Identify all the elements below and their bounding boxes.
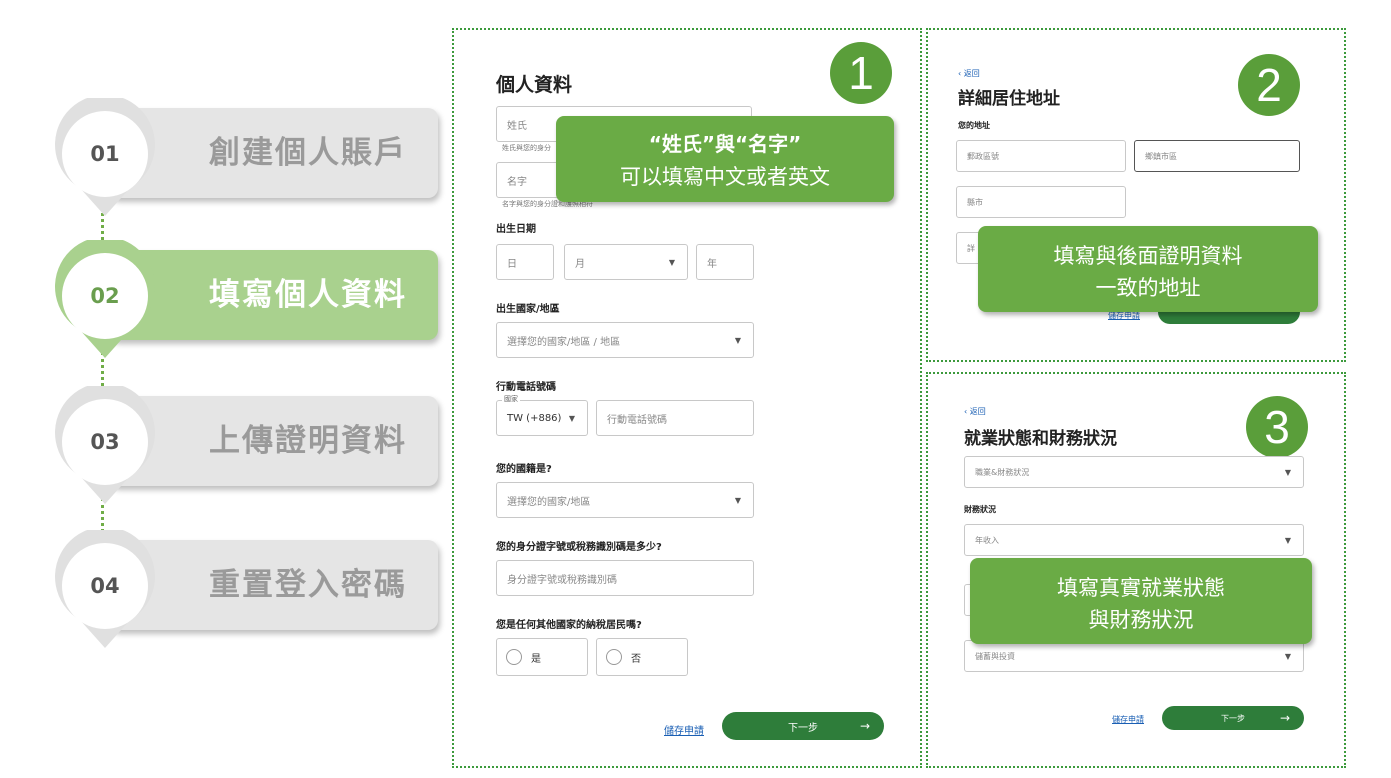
- back-link[interactable]: ‹ 返回: [964, 406, 986, 417]
- dob-label: 出生日期: [496, 224, 536, 235]
- radio-yes[interactable]: 是: [496, 638, 588, 676]
- finance-label: 財務狀況: [964, 505, 996, 514]
- radio-no-label: 否: [631, 653, 641, 665]
- savings-placeholder: 儲蓄與投資: [975, 651, 1015, 661]
- step-number-pin: 03: [50, 386, 160, 506]
- birth-country-placeholder: 選擇您的國家/地區 / 地區: [507, 336, 621, 348]
- arrow-right-icon: →: [859, 719, 870, 733]
- savings-select[interactable]: 儲蓄與投資 ▼: [964, 640, 1304, 672]
- chevron-down-icon: ▼: [568, 413, 575, 423]
- callout-line-2: 可以填寫中文或者英文: [620, 165, 830, 189]
- phone-placeholder: 行動電話號碼: [607, 414, 667, 426]
- chevron-down-icon: ▼: [1284, 467, 1291, 477]
- income-select[interactable]: 年收入 ▼: [964, 524, 1304, 556]
- step-badge: 2: [1238, 54, 1300, 116]
- step-number-pin: 02: [50, 240, 160, 360]
- city-input[interactable]: 縣市: [956, 186, 1126, 218]
- callout-line-2: 與財務狀況: [1088, 608, 1194, 632]
- step-number: 04: [90, 574, 120, 598]
- save-application-link[interactable]: 儲存申請: [664, 722, 704, 737]
- postal-code-placeholder: 郵政區號: [967, 151, 999, 161]
- employment-select[interactable]: 職業&財務狀況 ▼: [964, 456, 1304, 488]
- radio-no[interactable]: 否: [596, 638, 688, 676]
- chevron-down-icon: ▼: [734, 335, 741, 345]
- nationality-label: 您的國籍是?: [496, 464, 552, 475]
- name-callout: “姓氏”與“名字” 可以填寫中文或者英文: [556, 116, 894, 202]
- phone-input[interactable]: 行動電話號碼: [596, 400, 754, 436]
- last-name-hint: 姓氏與您的身分: [502, 144, 551, 152]
- step-badge: 3: [1246, 396, 1308, 458]
- chevron-down-icon: ▼: [668, 257, 675, 267]
- back-link[interactable]: ‹ 返回: [958, 68, 980, 79]
- postal-code-input[interactable]: 郵政區號: [956, 140, 1126, 172]
- step-number: 01: [90, 142, 120, 166]
- nationality-select[interactable]: 選擇您的國家/地區 ▼: [496, 482, 754, 518]
- radio-circle-icon: [606, 649, 622, 665]
- step-label: 填寫個人資料: [209, 277, 407, 313]
- dob-day-input[interactable]: 日: [496, 244, 554, 280]
- dob-month-select[interactable]: 月 ▼: [564, 244, 688, 280]
- page-title: 詳細居住地址: [958, 89, 1060, 109]
- step-number-pin: 01: [50, 98, 160, 218]
- district-input[interactable]: 鄉鎮市區: [1134, 140, 1300, 172]
- page-title: 就業狀態和財務狀況: [964, 429, 1117, 449]
- employment-panel: 3 ‹ 返回 就業狀態和財務狀況 職業&財務狀況 ▼ 財務狀況 年收入 ▼ 儲蓄…: [926, 372, 1346, 768]
- dob-year-placeholder: 年: [707, 258, 717, 270]
- address-callout: 填寫與後面證明資料 一致的地址: [978, 226, 1318, 312]
- country-code-label: 國家: [502, 394, 520, 404]
- country-code-select[interactable]: TW (+886) ▼: [496, 400, 588, 436]
- address-panel: 2 ‹ 返回 詳細居住地址 您的地址 郵政區號 鄉鎮市區 縣市 詳 儲存申請 填…: [926, 28, 1346, 362]
- id-input[interactable]: 身分證字號或稅務識別碼: [496, 560, 754, 596]
- dob-year-input[interactable]: 年: [696, 244, 754, 280]
- employment-callout: 填寫真實就業狀態 與財務狀況: [970, 558, 1312, 644]
- step-number: 03: [90, 430, 120, 454]
- last-name-placeholder: 姓氏: [507, 120, 527, 132]
- nationality-placeholder: 選擇您的國家/地區: [507, 496, 591, 508]
- phone-label: 行動電話號碼: [496, 382, 556, 393]
- dob-day-placeholder: 日: [507, 258, 517, 270]
- chevron-down-icon: ▼: [1284, 651, 1291, 661]
- step-number-pin: 04: [50, 530, 160, 650]
- step-badge: 1: [830, 42, 892, 104]
- save-application-link[interactable]: 儲存申請: [1112, 714, 1144, 725]
- radio-circle-icon: [506, 649, 522, 665]
- address-detail-placeholder: 詳: [967, 243, 975, 253]
- employment-placeholder: 職業&財務狀況: [975, 467, 1030, 477]
- next-button[interactable]: 下一步 →: [1162, 706, 1304, 730]
- birth-country-label: 出生國家/地區: [496, 304, 560, 315]
- callout-line-2: 一致的地址: [1095, 276, 1201, 300]
- chevron-down-icon: ▼: [1284, 535, 1291, 545]
- step-label: 重置登入密碼: [209, 567, 407, 603]
- birth-country-select[interactable]: 選擇您的國家/地區 / 地區 ▼: [496, 322, 754, 358]
- chevron-down-icon: ▼: [734, 495, 741, 505]
- country-code-value: TW (+886): [507, 412, 562, 424]
- city-placeholder: 縣市: [967, 197, 983, 207]
- address-label: 您的地址: [958, 121, 990, 130]
- step-label: 上傳證明資料: [209, 423, 407, 459]
- id-placeholder: 身分證字號或稅務識別碼: [507, 574, 617, 586]
- callout-line-1: 填寫真實就業狀態: [1057, 576, 1225, 600]
- id-label: 您的身分證字號或稅務識別碼是多少?: [496, 542, 662, 553]
- district-placeholder: 鄉鎮市區: [1145, 151, 1177, 161]
- step-number: 02: [90, 284, 120, 308]
- callout-line-1: 填寫與後面證明資料: [1053, 244, 1243, 268]
- callout-line-1: “姓氏”與“名字”: [648, 132, 802, 156]
- tax-resident-label: 您是任何其他國家的納稅居民嗎?: [496, 620, 642, 631]
- personal-info-panel: 1 個人資料 姓氏 姓氏與您的身分 名字 名字與您的身分證和護照相符 出生日期 …: [452, 28, 922, 768]
- page-title: 個人資料: [496, 74, 573, 96]
- dob-month-placeholder: 月: [575, 258, 585, 270]
- step-label: 創建個人賬戶: [209, 135, 407, 171]
- first-name-placeholder: 名字: [507, 176, 527, 188]
- arrow-right-icon: →: [1279, 711, 1290, 725]
- next-button[interactable]: 下一步 →: [722, 712, 884, 740]
- radio-yes-label: 是: [531, 653, 541, 665]
- income-placeholder: 年收入: [975, 535, 999, 545]
